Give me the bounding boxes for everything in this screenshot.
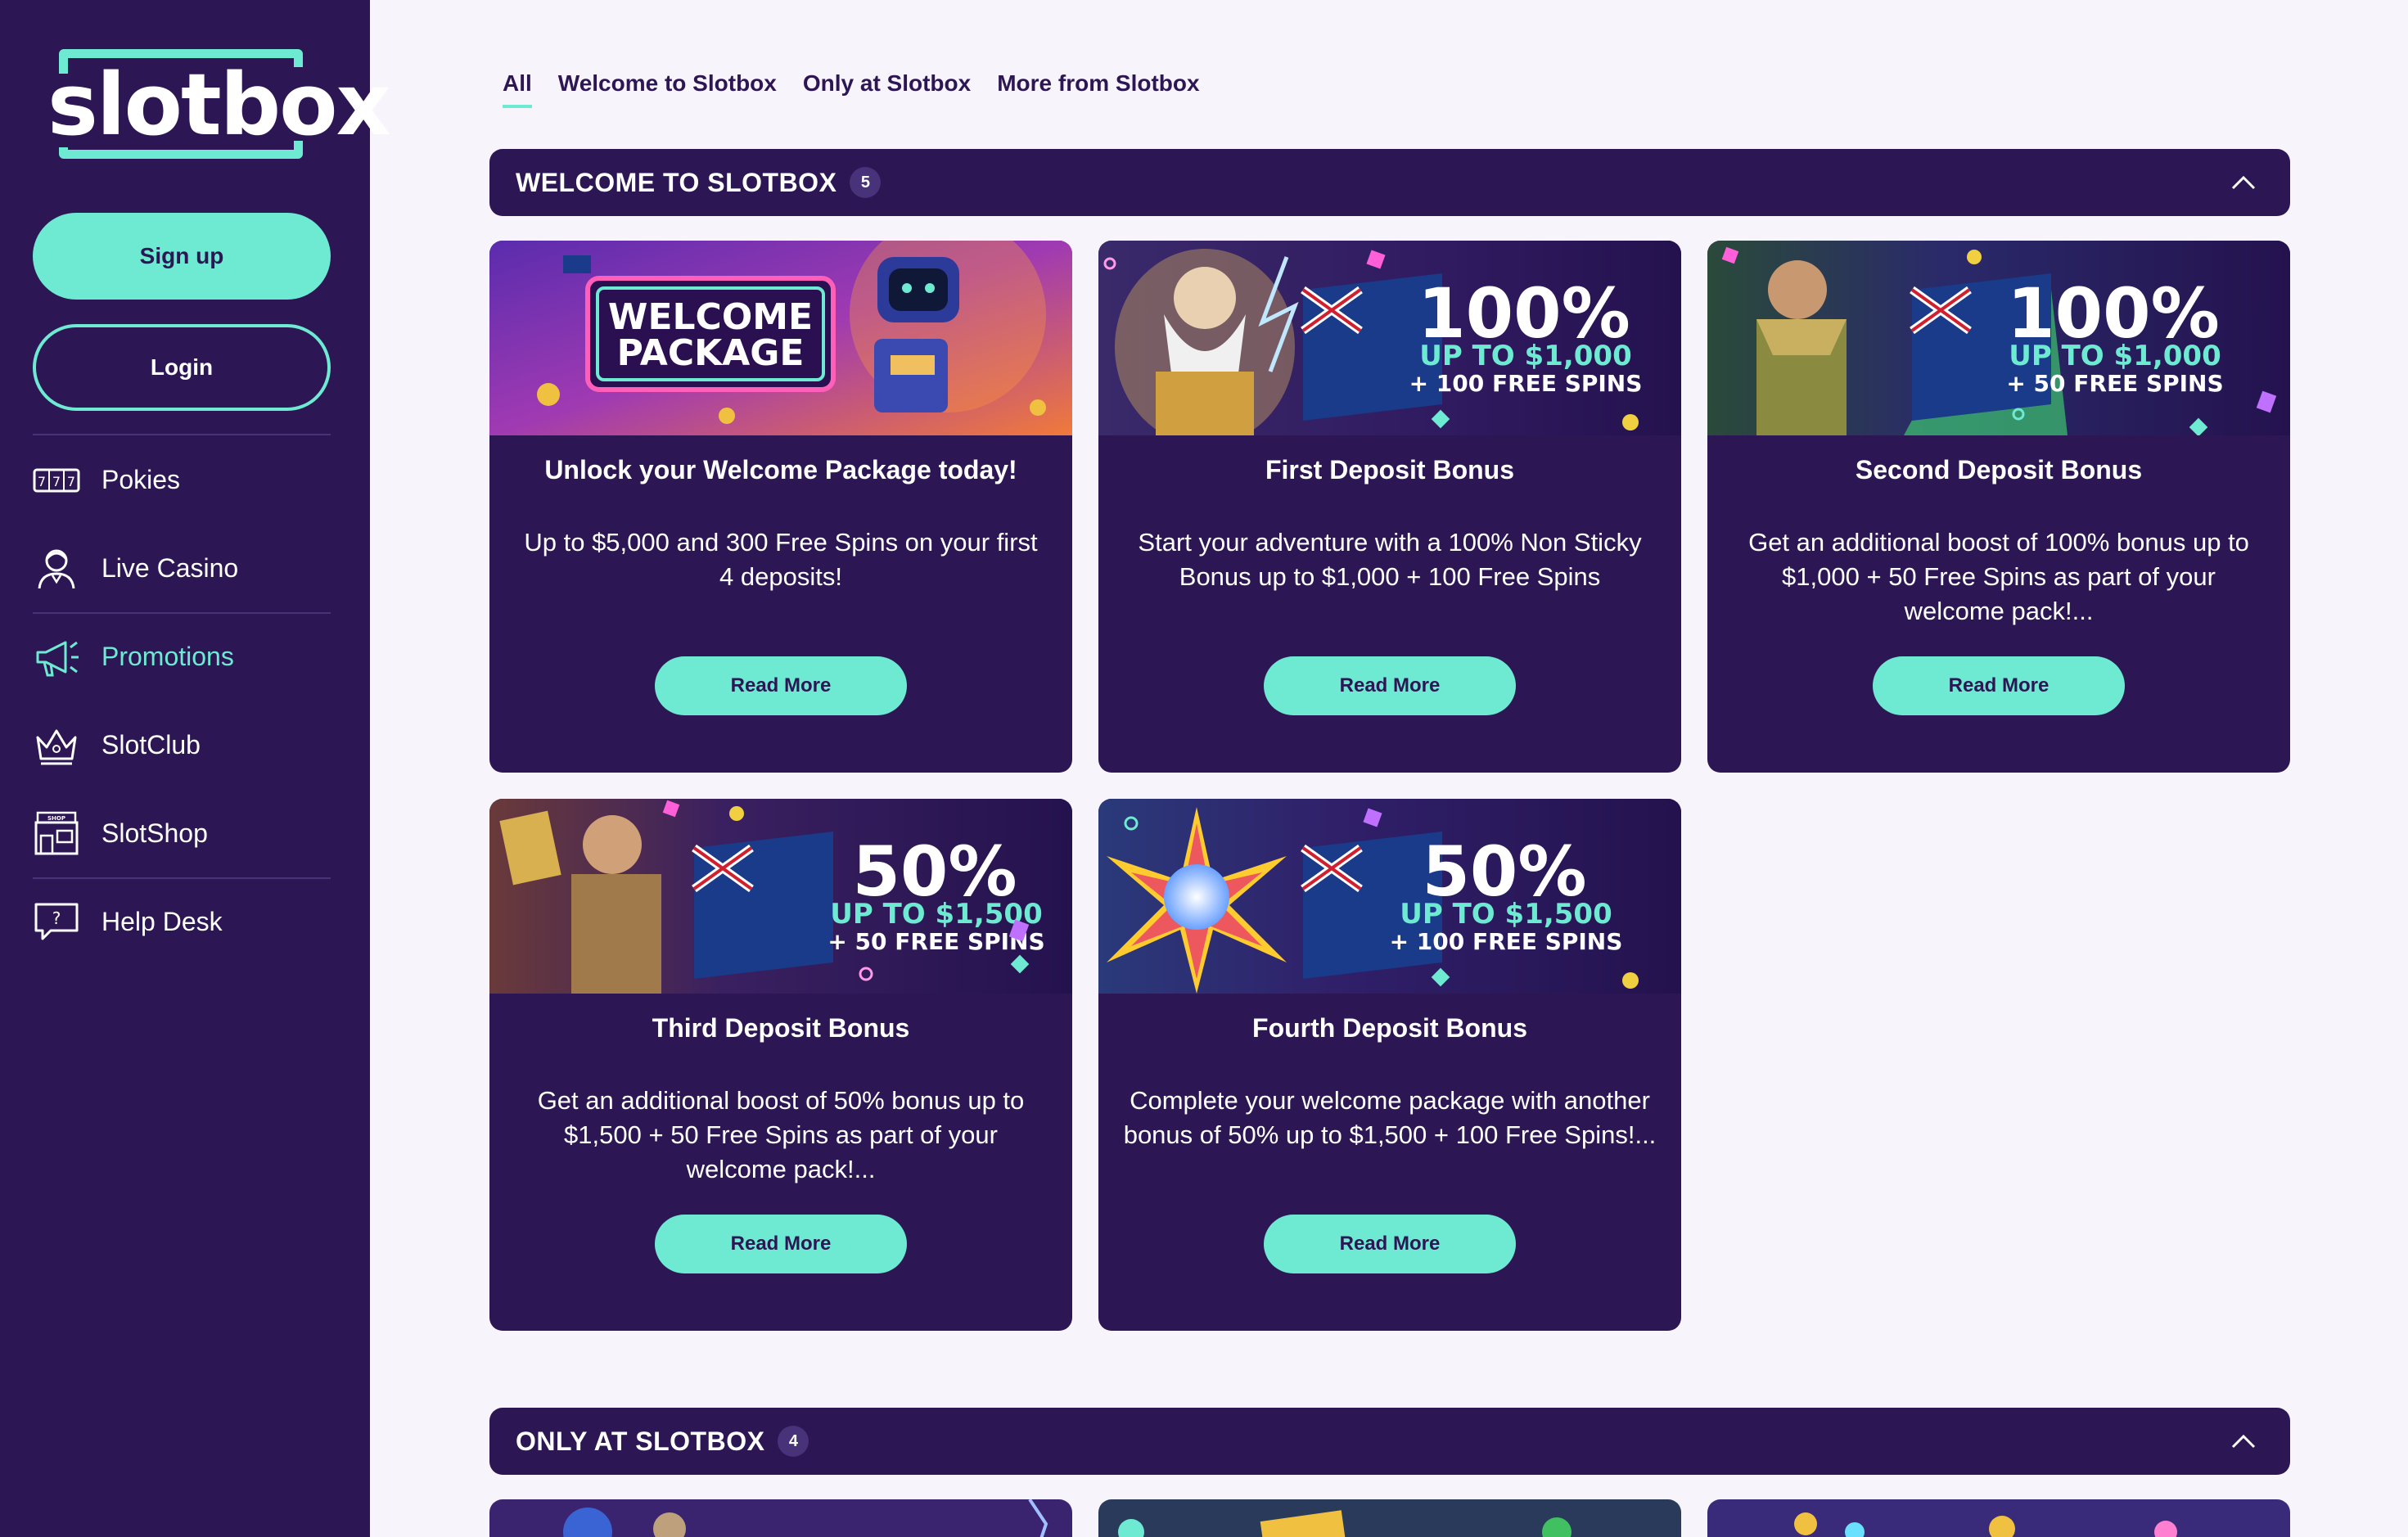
svg-text:7: 7	[52, 474, 61, 489]
svg-text:+ 100 FREE SPINS: + 100 FREE SPINS	[1390, 928, 1623, 955]
sidebar-item-help-desk[interactable]: ? Help Desk	[33, 889, 331, 954]
promo-title: First Deposit Bonus	[1265, 455, 1514, 485]
shop-icon: SHOP	[33, 809, 80, 857]
signup-button[interactable]: Sign up	[33, 213, 331, 300]
promo-title: Second Deposit Bonus	[1855, 455, 2143, 485]
svg-text:UP TO $1,000: UP TO $1,000	[2009, 340, 2221, 372]
tab-only-at-slotbox[interactable]: Only at Slotbox	[803, 70, 971, 108]
read-more-button[interactable]: Read More	[655, 1215, 907, 1273]
svg-text:UP TO $1,000: UP TO $1,000	[1419, 340, 1632, 372]
svg-text:7: 7	[67, 474, 75, 489]
svg-text:?: ?	[52, 908, 61, 928]
dealer-icon	[33, 544, 80, 592]
tab-welcome-to-slotbox[interactable]: Welcome to Slotbox	[558, 70, 777, 108]
section-header-welcome[interactable]: WELCOME TO SLOTBOX 5	[489, 149, 2290, 216]
promo-banner-image: 50% UP TO $1,500 + 100 FREE SPINS	[1098, 799, 1681, 994]
promo-card-image-partial	[1098, 1499, 1681, 1537]
promo-title: Fourth Deposit Bonus	[1252, 1013, 1527, 1043]
promo-card: WELCOME PACKAGE Unlock your Welcome Pack…	[489, 241, 1072, 773]
megaphone-icon	[33, 633, 80, 680]
logo-text: slotbox	[47, 55, 391, 155]
sidebar-divider	[33, 877, 331, 879]
sidebar-item-slotclub[interactable]: SlotClub	[33, 712, 331, 778]
promo-filter-tabs: All Welcome to Slotbox Only at Slotbox M…	[503, 70, 1200, 108]
svg-text:7: 7	[38, 474, 46, 489]
promo-description: Start your adventure with a 100% Non Sti…	[1138, 528, 1642, 591]
sidebar-item-label: Live Casino	[101, 552, 239, 583]
sidebar-item-label: Help Desk	[101, 906, 223, 936]
promo-card: 100% UP TO $1,000 + 100 FREE SPINS First…	[1098, 241, 1681, 773]
sidebar-item-label: SlotClub	[101, 729, 201, 759]
section-count-badge: 5	[850, 167, 882, 198]
sidebar-item-promotions[interactable]: Promotions	[33, 624, 331, 689]
read-more-button[interactable]: Read More	[1873, 656, 2125, 715]
read-more-button[interactable]: Read More	[1264, 1215, 1516, 1273]
sidebar-item-slotshop[interactable]: SHOP SlotShop	[33, 800, 331, 866]
svg-text:PACKAGE: PACKAGE	[617, 332, 805, 374]
tab-all[interactable]: All	[503, 70, 532, 108]
promo-banner-image: 50% UP TO $1,500 + 50 FREE SPINS	[489, 799, 1072, 994]
promo-description: Get an additional boost of 100% bonus up…	[1748, 528, 2249, 625]
sidebar-divider	[33, 612, 331, 614]
sidebar-item-live-casino[interactable]: Live Casino	[33, 535, 331, 601]
promo-banner-image: 100% UP TO $1,000 + 50 FREE SPINS	[1707, 241, 2290, 435]
svg-text:UP TO $1,500: UP TO $1,500	[1400, 898, 1612, 931]
promo-description: Up to $5,000 and 300 Free Spins on your …	[524, 528, 1038, 591]
promo-card: 100% UP TO $1,000 + 50 FREE SPINS Second…	[1707, 241, 2290, 773]
section-title: WELCOME TO SLOTBOX	[516, 167, 837, 197]
tab-more-from-slotbox[interactable]: More from Slotbox	[997, 70, 1199, 108]
read-more-button[interactable]: Read More	[1264, 656, 1516, 715]
read-more-button[interactable]: Read More	[655, 656, 907, 715]
promo-banner-image: WELCOME PACKAGE	[489, 241, 1072, 435]
crown-icon	[33, 721, 80, 768]
svg-text:UP TO $1,500: UP TO $1,500	[830, 898, 1043, 931]
promo-description: Get an additional boost of 50% bonus up …	[537, 1086, 1025, 1183]
sidebar-item-label: SlotShop	[101, 818, 208, 848]
promo-card-image-partial	[489, 1499, 1072, 1537]
promo-card: 50% UP TO $1,500 + 50 FREE SPINS Third D…	[489, 799, 1072, 1331]
svg-text:+ 100 FREE SPINS: + 100 FREE SPINS	[1409, 370, 1643, 397]
chevron-up-icon[interactable]	[2230, 169, 2257, 196]
promo-card-image-partial	[1707, 1499, 2290, 1537]
section-count-badge: 4	[778, 1426, 809, 1457]
sidebar-item-pokies[interactable]: 7 7 7 Pokies	[33, 447, 331, 512]
promo-banner-image: 100% UP TO $1,000 + 100 FREE SPINS	[1098, 241, 1681, 435]
sidebar: slotbox Sign up Login 7 7 7 Pokies Live …	[0, 0, 391, 1537]
promo-title: Third Deposit Bonus	[652, 1013, 910, 1043]
section-title: ONLY AT SLOTBOX	[516, 1426, 765, 1456]
section-header-only-at-slotbox[interactable]: ONLY AT SLOTBOX 4	[489, 1408, 2290, 1475]
svg-text:+ 50 FREE SPINS: + 50 FREE SPINS	[2006, 370, 2223, 397]
promo-description: Complete your welcome package with anoth…	[1123, 1086, 1657, 1149]
promo-title: Unlock your Welcome Package today!	[544, 455, 1017, 485]
sidebar-item-label: Pokies	[101, 464, 181, 494]
sidebar-item-label: Promotions	[101, 641, 234, 671]
sidebar-divider	[33, 434, 331, 435]
help-icon: ?	[33, 898, 80, 945]
login-button[interactable]: Login	[33, 324, 331, 411]
slotbox-logo[interactable]: slotbox	[47, 49, 391, 162]
slot-machine-icon: 7 7 7	[33, 456, 80, 503]
promo-card: 50% UP TO $1,500 + 100 FREE SPINS Fourth…	[1098, 799, 1681, 1331]
chevron-up-icon[interactable]	[2230, 1427, 2257, 1455]
svg-text:SHOP: SHOP	[47, 815, 65, 822]
